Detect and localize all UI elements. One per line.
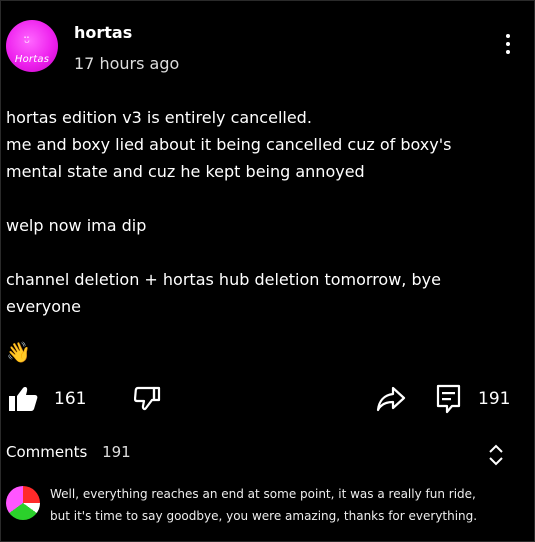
comment-line: but it's time to say goodbye, you were a… (50, 509, 478, 523)
avatar-label: Hortas (14, 54, 50, 65)
post-line: everyone (6, 297, 81, 316)
comments-count: 191 (102, 443, 131, 461)
avatar-face: ᵕ̈ (24, 34, 31, 52)
thumbs-down-icon (134, 386, 161, 411)
post-body: hortas edition v3 is entirely cancelled.… (6, 104, 516, 320)
comments-label: Comments (6, 443, 88, 461)
sort-icon (489, 444, 503, 466)
thumbs-up-icon (9, 387, 38, 411)
post-line: channel deletion + hortas hub deletion t… (6, 270, 441, 289)
wave-emoji: 👋 (6, 340, 31, 364)
like-count: 161 (54, 389, 87, 409)
comments-header[interactable]: Comments 191 (6, 443, 131, 461)
share-icon (376, 386, 406, 412)
like-button[interactable]: 161 (8, 382, 86, 416)
dislike-button[interactable] (134, 382, 162, 416)
commenter-avatar[interactable] (6, 486, 40, 520)
post-time: 17 hours ago (74, 54, 180, 73)
post-line: mental state and cuz he kept being annoy… (6, 162, 365, 181)
author-avatar[interactable]: ᵕ̈ Hortas (6, 20, 58, 72)
more-vertical-icon (498, 34, 518, 54)
comment-preview[interactable]: Well, everything reaches an end at some … (50, 483, 520, 527)
share-button[interactable] (376, 382, 406, 416)
comment-line: Well, everything reaches an end at some … (50, 487, 476, 501)
post-line: hortas edition v3 is entirely cancelled. (6, 108, 312, 127)
comment-count: 191 (478, 389, 511, 409)
author-name[interactable]: hortas (74, 23, 132, 42)
more-options-button[interactable] (498, 34, 518, 60)
sort-button[interactable] (487, 443, 505, 467)
action-bar: 161 191 (0, 382, 535, 416)
post-line: welp now ima dip (6, 216, 147, 235)
post-line: me and boxy lied about it being cancelle… (6, 135, 452, 154)
comment-icon (436, 384, 461, 414)
comment-button[interactable]: 191 (436, 382, 510, 416)
